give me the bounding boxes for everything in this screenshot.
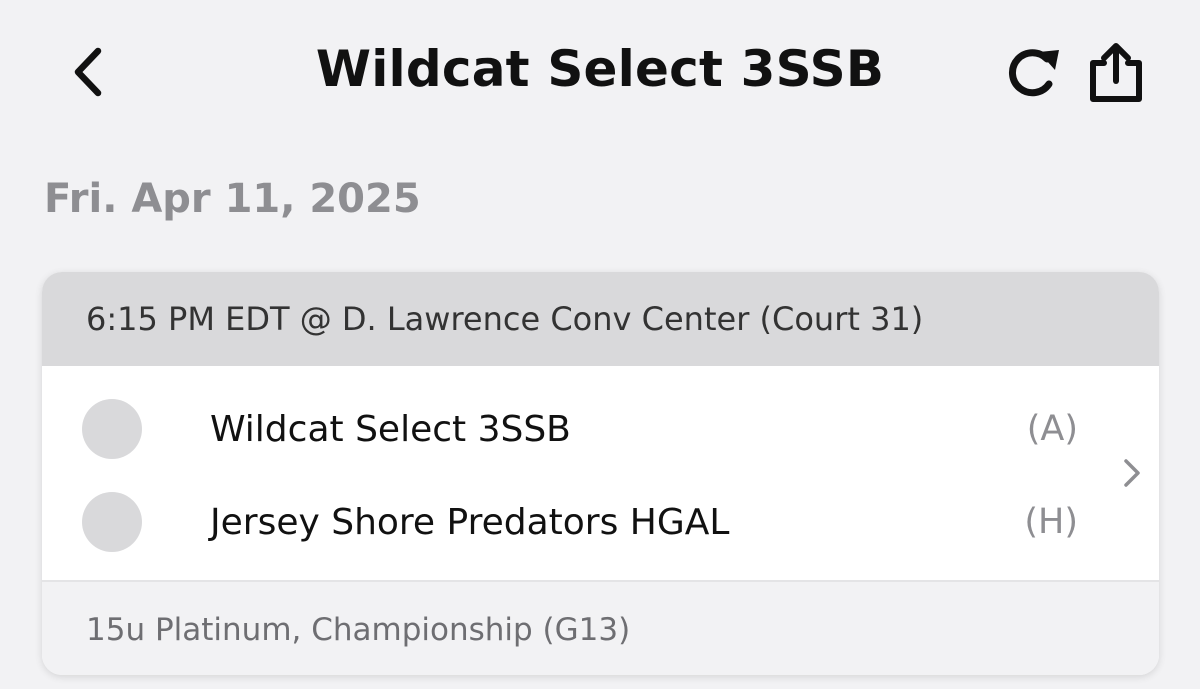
refresh-icon [1008, 49, 1059, 97]
back-button[interactable] [62, 44, 112, 100]
team-row-away: Wildcat Select 3SSB (A) [82, 397, 1078, 461]
date-heading: Fri. Apr 11, 2025 [44, 176, 421, 222]
game-matchup: Wildcat Select 3SSB (A) Jersey Shore Pre… [42, 366, 1159, 580]
team-side-badge: (A) [1026, 409, 1078, 449]
game-card[interactable]: 6:15 PM EDT @ D. Lawrence Conv Center (C… [42, 272, 1159, 675]
team-logo-placeholder [82, 492, 142, 552]
game-time-location: 6:15 PM EDT @ D. Lawrence Conv Center (C… [42, 272, 1159, 366]
team-side-badge: (H) [1024, 502, 1078, 542]
nav-header: Wildcat Select 3SSB [0, 0, 1200, 140]
chevron-left-icon [74, 47, 102, 97]
game-details: 15u Platinum, Championship (G13) [42, 580, 1159, 675]
team-row-home: Jersey Shore Predators HGAL (H) [82, 490, 1078, 554]
refresh-button[interactable] [1000, 42, 1066, 104]
share-icon [1090, 43, 1142, 102]
share-button[interactable] [1080, 40, 1152, 106]
team-name: Jersey Shore Predators HGAL [210, 501, 730, 543]
team-logo-placeholder [82, 399, 142, 459]
chevron-right-icon [1117, 456, 1147, 490]
team-name: Wildcat Select 3SSB [210, 408, 571, 450]
